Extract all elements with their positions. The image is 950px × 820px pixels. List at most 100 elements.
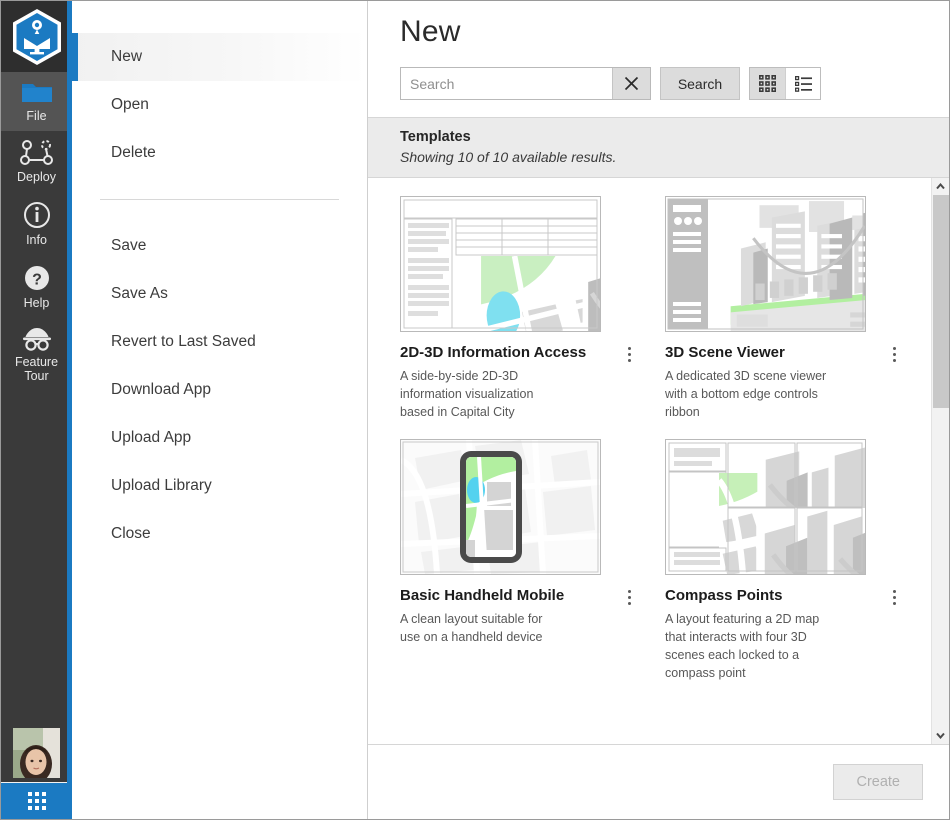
template-options-kebab-icon[interactable] (886, 344, 902, 364)
chevron-down-icon (936, 732, 945, 739)
menu-item-label: Delete (111, 144, 156, 161)
results-area: 2D-3D Information Access A side-by-side … (368, 178, 949, 745)
template-card-grid: 2D-3D Information Access A side-by-side … (368, 196, 931, 682)
menu-item-download-app[interactable]: Download App (72, 366, 367, 414)
folder-icon (21, 84, 52, 102)
left-rail: File Deploy Info ? Help Feature Tour (1, 1, 72, 819)
scroll-track[interactable] (932, 195, 949, 727)
menu-item-upload-library[interactable]: Upload Library (72, 462, 367, 510)
avatar-container[interactable] (1, 728, 72, 783)
template-thumbnail[interactable] (665, 196, 866, 332)
menu-item-delete[interactable]: Delete (72, 129, 367, 177)
template-thumbnail[interactable] (400, 196, 601, 332)
search-toolbar: Search (400, 67, 927, 117)
sidebar-item-label: Info (26, 233, 47, 247)
template-card[interactable]: 2D-3D Information Access A side-by-side … (400, 196, 637, 421)
chevron-up-icon (936, 183, 945, 190)
scroll-thumb[interactable] (933, 195, 949, 408)
avatar (13, 728, 60, 778)
menu-item-save-as[interactable]: Save As (72, 270, 367, 318)
template-card-header: Basic Handheld Mobile (400, 585, 637, 607)
template-title: Compass Points (665, 587, 783, 604)
template-thumbnail[interactable] (400, 439, 601, 575)
template-options-kebab-icon[interactable] (886, 587, 902, 607)
template-description: A clean layout suitable for use on a han… (400, 612, 543, 644)
menu-item-save[interactable]: Save (72, 222, 367, 270)
list-view-button[interactable] (785, 68, 820, 99)
menu-item-label: Upload App (111, 429, 192, 446)
close-x-icon (624, 76, 639, 91)
app-logo (1, 1, 72, 72)
question-circle-icon: ? (24, 266, 49, 290)
list-view-icon (794, 76, 812, 92)
template-description: A side-by-side 2D-3D information visuali… (400, 369, 534, 419)
create-button[interactable]: Create (833, 764, 923, 800)
svg-text:?: ? (32, 272, 42, 289)
disguise-glasses-icon (22, 328, 51, 351)
results-scrollbar[interactable] (931, 178, 949, 744)
results-section-header: Templates Showing 10 of 10 available res… (368, 117, 949, 178)
sidebar-item-file[interactable]: File (1, 72, 72, 131)
2d-3d-split-map-thumbnail (401, 197, 600, 331)
menu-item-revert-to-last-saved[interactable]: Revert to Last Saved (72, 318, 367, 366)
appstudio-hex-logo (12, 8, 61, 65)
appstudio-window: File Deploy Info ? Help Feature Tour New… (0, 0, 950, 820)
template-options-kebab-icon[interactable] (621, 344, 637, 364)
grid-view-button[interactable] (750, 68, 785, 99)
scroll-up-button[interactable] (932, 178, 949, 195)
deploy-nodes-icon (19, 140, 53, 165)
page-title: New (400, 15, 461, 48)
template-card-header: 3D Scene Viewer (665, 342, 902, 364)
template-card-header: 2D-3D Information Access (400, 342, 637, 364)
section-title: Templates (400, 129, 471, 145)
menu-item-new[interactable]: New (72, 33, 367, 81)
template-results-list: 2D-3D Information Access A side-by-side … (368, 178, 931, 744)
sidebar-item-label: File (26, 109, 47, 123)
menu-item-label: Revert to Last Saved (111, 333, 256, 350)
sidebar-item-label: Feature Tour (14, 355, 59, 383)
menu-item-label: Download App (111, 381, 211, 398)
sidebar-item-label: Help (23, 296, 50, 310)
sidebar-item-feature-tour[interactable]: Feature Tour (1, 318, 72, 391)
clear-search-button[interactable] (612, 68, 650, 99)
search-input[interactable] (401, 68, 612, 99)
menu-item-label: Save (111, 237, 147, 254)
template-card-header: Compass Points (665, 585, 902, 607)
app-grid-button[interactable] (1, 783, 72, 819)
template-card[interactable]: Compass Points A layout featuring a 2D m… (665, 439, 902, 682)
content-panel: New Search Search Templates Showing 10 o… (368, 1, 949, 819)
handheld-phone-map-thumbnail (401, 440, 600, 574)
menu-item-label: Open (111, 96, 149, 113)
menu-item-close[interactable]: Close (72, 510, 367, 558)
menu-item-open[interactable]: Open (72, 81, 367, 129)
results-count-text: Showing 10 of 10 available results. (400, 149, 617, 165)
menu-item-label: New (111, 48, 143, 65)
sidebar-item-label: Deploy (17, 170, 56, 184)
search-button[interactable]: Search (660, 67, 740, 100)
sidebar-item-deploy[interactable]: Deploy (1, 131, 72, 192)
template-description: A dedicated 3D scene viewer with a botto… (665, 369, 827, 419)
view-toggle-group (749, 67, 821, 100)
template-options-kebab-icon[interactable] (621, 587, 637, 607)
compass-points-quad-thumbnail (666, 440, 865, 574)
content-footer: Create (368, 745, 949, 819)
scroll-down-button[interactable] (932, 727, 949, 744)
search-field-group (400, 67, 651, 100)
menu-divider (100, 199, 339, 200)
rail-spacer (1, 391, 72, 728)
grid-dots-icon (27, 792, 46, 810)
template-thumbnail[interactable] (665, 439, 866, 575)
content-header: New Search (368, 1, 949, 117)
menu-item-label: Close (111, 525, 151, 542)
3d-scene-thumbnail (666, 197, 865, 331)
template-title: Basic Handheld Mobile (400, 587, 565, 604)
menu-item-label: Upload Library (111, 477, 212, 494)
info-circle-icon (23, 202, 50, 228)
template-title: 2D-3D Information Access (400, 344, 587, 361)
sidebar-item-info[interactable]: Info (1, 192, 72, 255)
template-card[interactable]: 3D Scene Viewer A dedicated 3D scene vie… (665, 196, 902, 421)
template-title: 3D Scene Viewer (665, 344, 785, 361)
template-card[interactable]: Basic Handheld Mobile A clean layout sui… (400, 439, 637, 682)
sidebar-item-help[interactable]: ? Help (1, 255, 72, 318)
menu-item-upload-app[interactable]: Upload App (72, 414, 367, 462)
